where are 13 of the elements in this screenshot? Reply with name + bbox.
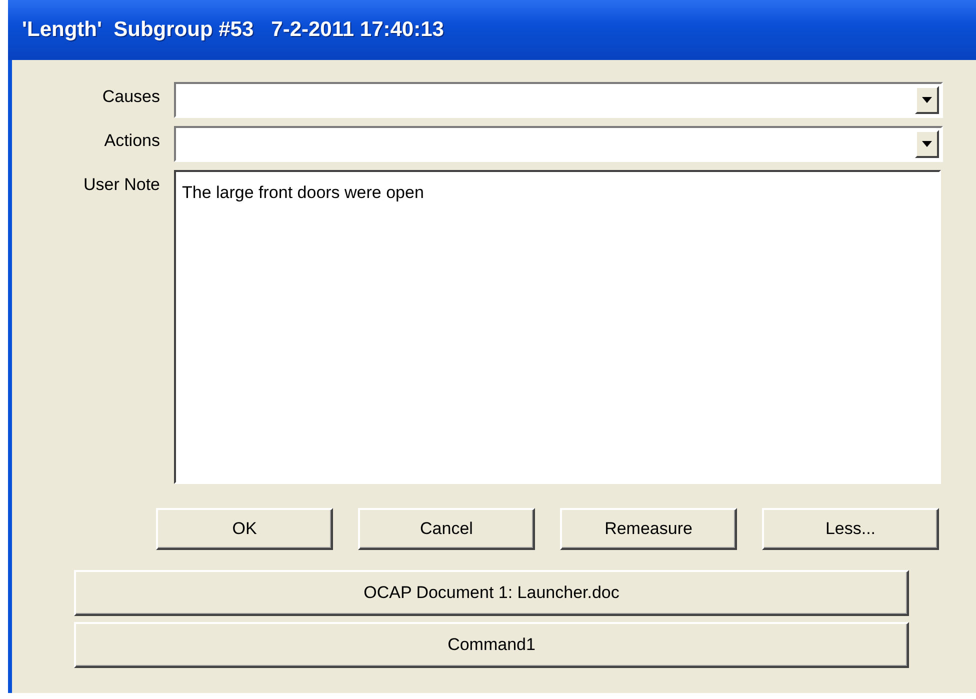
window-title: 'Length' Subgroup #53 7-2-2011 17:40:13	[22, 17, 444, 44]
dropdown-field[interactable]	[174, 126, 943, 162]
dialog-button[interactable]: Less...	[762, 508, 939, 550]
field-label: User Note	[82, 174, 160, 196]
dialog-button[interactable]: Remeasure	[560, 508, 737, 550]
command-button[interactable]: OCAP Document 1: Launcher.doc	[74, 570, 909, 616]
note-field[interactable]: The large front doors were open	[174, 170, 941, 484]
field-label: Actions	[103, 130, 160, 152]
field-label: Causes	[101, 86, 160, 108]
dropdown-field[interactable]	[174, 82, 943, 118]
dialog-button[interactable]: Cancel	[358, 508, 535, 550]
command-button[interactable]: Command1	[74, 622, 909, 668]
dialog-button[interactable]: OK	[156, 508, 333, 550]
